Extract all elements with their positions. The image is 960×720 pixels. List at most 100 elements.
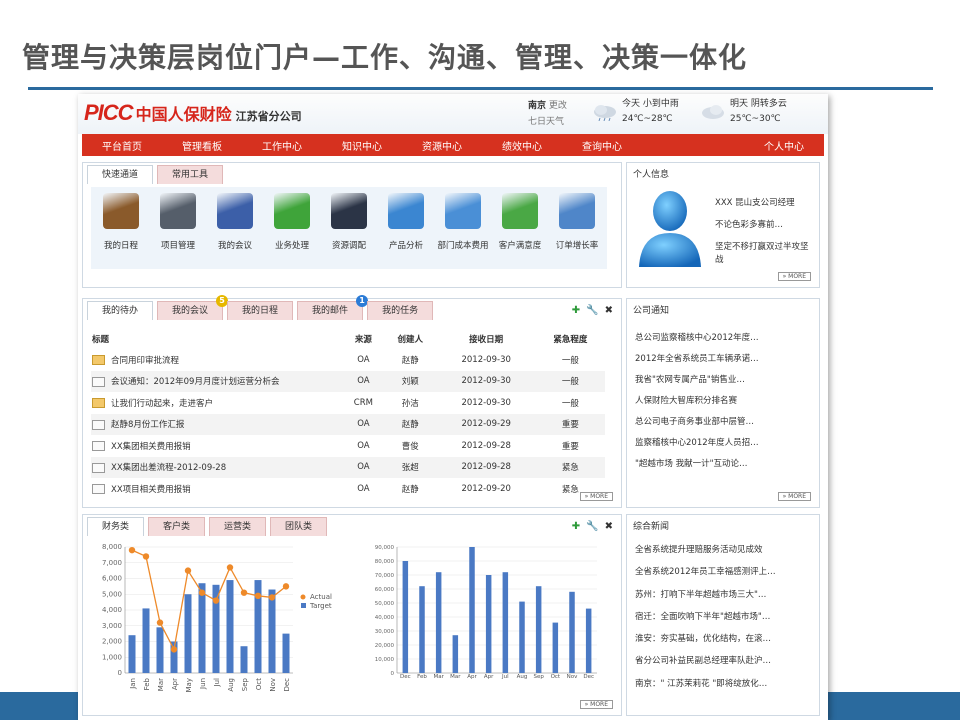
quick-item[interactable]: 项目管理: [150, 193, 206, 251]
task-tab[interactable]: 我的邮件 1: [297, 295, 369, 320]
bar: [452, 635, 459, 673]
task-tab[interactable]: 我的会议 5: [157, 295, 229, 320]
task-column-header[interactable]: 来源: [343, 329, 384, 349]
company-logo[interactable]: PICC 中国人保财险 江苏省分公司: [84, 100, 302, 126]
news-item[interactable]: 宿迁：全面吹响下半年"超越市场"…: [635, 610, 776, 632]
personal-more-button[interactable]: » MORE: [777, 272, 811, 281]
task-column-header[interactable]: 接收日期: [437, 329, 536, 349]
rain-cloud-icon: [594, 105, 616, 121]
task-tab[interactable]: 我的待办: [87, 301, 154, 320]
weather-today-label: 今天 小到中雨: [622, 99, 679, 109]
table-row[interactable]: XX集团出差流程-2012-09-28 OA 张超 2012-09-28 紧急: [91, 456, 605, 478]
news-item[interactable]: 苏州：打响下半年超越市场三大"…: [635, 588, 776, 610]
x-tick-label: Oct: [255, 678, 263, 690]
notice-item[interactable]: 总公司电子商务事业部中层管…: [635, 415, 759, 436]
chart-wrench-icon[interactable]: 🔧: [586, 521, 598, 532]
quick-item[interactable]: 部门成本费用: [435, 193, 491, 251]
quick-item-label: 资源调配: [331, 241, 366, 251]
quick-item[interactable]: 业务处理: [264, 193, 320, 251]
task-title-cell[interactable]: 让我们行动起来，走进客户: [91, 392, 343, 414]
change-city-link[interactable]: 更改: [549, 101, 567, 111]
task-column-header[interactable]: 紧急程度: [536, 329, 605, 349]
task-column-header[interactable]: 标题: [91, 329, 343, 349]
open-envelope-icon: [92, 355, 105, 366]
quick-item[interactable]: 客户满意度: [492, 193, 548, 251]
header-bar: PICC 中国人保财险 江苏省分公司 南京 更改 七日天气 今天 小到中雨 24℃…: [78, 94, 828, 134]
nav-resource-center[interactable]: 资源中心: [402, 138, 482, 153]
notice-item[interactable]: 人保财险大智库积分排名赛: [635, 394, 759, 415]
quick-item[interactable]: 订单增长率: [549, 193, 605, 251]
nav-work-center[interactable]: 工作中心: [242, 138, 322, 153]
bar: [435, 572, 442, 673]
chart-add-icon[interactable]: ✚: [572, 521, 580, 532]
table-row[interactable]: 赵静8月份工作汇报 OA 赵静 2012-09-29 重要: [91, 413, 605, 435]
news-item[interactable]: 淮安：夯实基础，优化结构，在滚…: [635, 632, 776, 654]
table-row[interactable]: 让我们行动起来，走进客户 CRM 孙洁 2012-09-30 一般: [91, 392, 605, 414]
nav-knowledge-center[interactable]: 知识中心: [322, 138, 402, 153]
nav-personal-center[interactable]: 个人中心: [744, 138, 824, 153]
wrench-icon[interactable]: 🔧: [586, 305, 598, 316]
y-tick-label: 80,000: [375, 559, 395, 565]
task-title-cell[interactable]: 合同用印审批流程: [91, 349, 343, 371]
bar: [156, 627, 164, 673]
bar: [502, 572, 509, 673]
notice-item[interactable]: 总公司监察稽核中心2012年度…: [635, 331, 759, 352]
quick-item[interactable]: 我的会议: [207, 193, 263, 251]
task-source: OA: [357, 440, 370, 451]
nav-performance-center[interactable]: 绩效中心: [482, 138, 562, 153]
tasks-more-button[interactable]: » MORE: [579, 492, 613, 501]
task-tab[interactable]: 我的日程: [227, 301, 294, 320]
chart-close-icon[interactable]: ✖: [605, 521, 613, 532]
bar: [569, 591, 575, 673]
task-title-cell[interactable]: XX集团出差流程-2012-09-28: [91, 456, 343, 478]
table-row[interactable]: 会议通知：2012年09月月度计划运营分析会 OA 刘颖 2012-09-30 一般: [91, 370, 605, 392]
tab-common-tools[interactable]: 常用工具: [157, 165, 224, 184]
table-row[interactable]: XX项目相关费用报销 OA 赵静 2012-09-20 紧急: [91, 478, 605, 500]
seven-day-forecast-link[interactable]: 七日天气: [528, 114, 567, 130]
chart-tab[interactable]: 财务类: [87, 517, 145, 536]
table-row[interactable]: XX集团相关费用报销 OA 曹俊 2012-09-28 重要: [91, 435, 605, 457]
notice-item[interactable]: 2012年全省系统员工车辆承诺…: [635, 352, 759, 373]
notice-item[interactable]: 监察稽核中心2012年度人员招…: [635, 436, 759, 457]
table-row[interactable]: 合同用印审批流程 OA 赵静 2012-09-30 一般: [91, 349, 605, 371]
task-column-header[interactable]: 创建人: [384, 329, 437, 349]
task-title-cell[interactable]: XX项目相关费用报销: [91, 478, 343, 500]
news-item[interactable]: 省分公司补益民副总经理率队赴沪…: [635, 654, 776, 676]
add-icon[interactable]: ✚: [572, 305, 580, 316]
notice-item[interactable]: 我省"农网专属产品"销售业…: [635, 373, 759, 394]
line-point: [240, 589, 248, 596]
quick-item[interactable]: 资源调配: [321, 193, 377, 251]
task-title-cell[interactable]: 会议通知：2012年09月月度计划运营分析会: [91, 370, 343, 392]
notice-item[interactable]: "超越市场 我献一计"互动论…: [635, 457, 759, 478]
task-urgency: 一般: [535, 370, 605, 392]
quick-item[interactable]: 产品分析: [378, 193, 434, 251]
tab-quick-access[interactable]: 快速通道: [87, 165, 154, 184]
nav-home[interactable]: 平台首页: [82, 138, 162, 153]
news-item[interactable]: 全省系统2012年员工幸福感测评上…: [635, 565, 776, 587]
x-tick-label: Nov: [567, 674, 578, 680]
quick-item[interactable]: 我的日程: [93, 193, 149, 251]
close-icon[interactable]: ✖: [605, 305, 613, 316]
bar: [552, 622, 559, 673]
news-item[interactable]: 南京：" 江苏茉莉花 "即将绽放化…: [635, 677, 776, 699]
task-title-cell[interactable]: XX集团相关费用报销: [91, 435, 343, 457]
notice-more-button[interactable]: » MORE: [777, 492, 811, 501]
quick-item-label: 部门成本费用: [437, 241, 489, 251]
x-tick-label: Oct: [551, 674, 561, 680]
x-tick-label: Mar: [450, 674, 461, 680]
task-title-cell[interactable]: 赵静8月份工作汇报: [91, 413, 343, 435]
company-notice-title: 公司通知: [633, 306, 670, 316]
nav-query-center[interactable]: 查询中心: [562, 138, 642, 153]
chart-tab[interactable]: 运营类: [209, 517, 267, 536]
nav-dashboard[interactable]: 管理看板: [162, 138, 242, 153]
chart-tab[interactable]: 客户类: [148, 517, 206, 536]
chart-tab[interactable]: 团队类: [270, 517, 328, 536]
company-notice-list: 总公司监察稽核中心2012年度… 2012年全省系统员工车辆承诺… 我省"农网专属产…: [635, 331, 759, 478]
task-source: OA: [357, 483, 370, 494]
charts-more-button[interactable]: » MORE: [579, 700, 613, 709]
user-motto-1: 不论色彩多寡前…: [715, 220, 784, 230]
news-item[interactable]: 全省系统提升理赔服务活动见成效: [635, 543, 776, 565]
bar: [268, 589, 276, 673]
x-tick-label: Aug: [517, 674, 528, 680]
task-tab[interactable]: 我的任务: [367, 301, 434, 320]
